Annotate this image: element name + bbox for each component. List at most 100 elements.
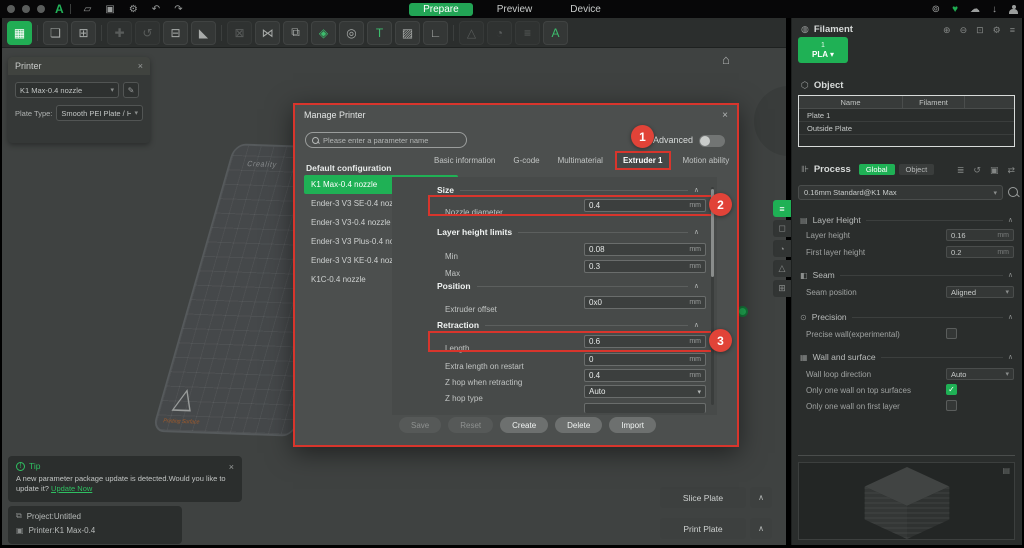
- sync-filament-icon[interactable]: ⊡: [976, 25, 984, 36]
- nozzle-diameter-field[interactable]: 0.4 mm: [584, 199, 706, 212]
- max-layer-height-field[interactable]: 0.3 mm: [584, 260, 706, 273]
- collapse-chevron-icon[interactable]: ∧: [694, 228, 699, 236]
- one-wall-first-layer-checkbox[interactable]: [946, 400, 957, 411]
- scope-object-chip[interactable]: Object: [899, 164, 935, 175]
- filament-menu-icon[interactable]: ≡: [1010, 25, 1015, 36]
- delete-button[interactable]: Delete: [555, 417, 602, 433]
- save-preset-icon[interactable]: ▣: [990, 165, 999, 176]
- scale-tool[interactable]: ⊟: [163, 21, 188, 45]
- tab-basic-information[interactable]: Basic information: [428, 153, 501, 168]
- add-plate-tool[interactable]: ⊞: [71, 21, 96, 45]
- remove-filament-icon[interactable]: ⊖: [960, 25, 968, 36]
- slice-options-chevron[interactable]: ∧: [750, 487, 772, 508]
- table-row[interactable]: Plate 1: [799, 109, 1014, 122]
- dialog-header[interactable]: Manage Printer ×: [295, 105, 737, 125]
- tab-multimaterial[interactable]: Multimaterial: [552, 153, 609, 168]
- reset-button[interactable]: Reset: [448, 417, 493, 433]
- collapse-chevron-icon[interactable]: ∧: [694, 321, 699, 329]
- z-hop-type-select[interactable]: Auto ▾: [584, 385, 706, 398]
- home-view-icon[interactable]: ⌂: [722, 52, 730, 67]
- community-icon[interactable]: ⊚: [932, 4, 940, 15]
- printer-panel-close-icon[interactable]: ×: [138, 61, 143, 71]
- dialog-close-icon[interactable]: ×: [722, 110, 728, 121]
- parameter-search[interactable]: [305, 132, 467, 148]
- update-now-link[interactable]: Update Now: [51, 484, 92, 493]
- move-tool[interactable]: ✚: [107, 21, 132, 45]
- support-paint-tool[interactable]: ◎: [339, 21, 364, 45]
- params-tab[interactable]: ≡: [773, 200, 791, 217]
- extruder-offset-field[interactable]: 0x0 mm: [584, 296, 706, 309]
- navigation-sphere[interactable]: [754, 86, 786, 156]
- collapse-chevron-icon[interactable]: ∧: [1008, 353, 1013, 361]
- save-button[interactable]: Save: [399, 417, 441, 433]
- sync-process-icon[interactable]: ⇄: [1007, 165, 1015, 176]
- slice-plate-button[interactable]: Slice Plate: [660, 487, 746, 508]
- create-button[interactable]: Create: [500, 417, 548, 433]
- import-button[interactable]: Import: [609, 417, 656, 433]
- collapse-chevron-icon[interactable]: ∧: [694, 282, 699, 290]
- tab-motion-ability[interactable]: Motion ability: [677, 153, 736, 168]
- user-account-icon[interactable]: [1009, 5, 1018, 14]
- model-preview-panel[interactable]: ▤: [798, 462, 1015, 540]
- z-hop-height-field[interactable]: 0.4 mm: [584, 369, 706, 382]
- print-options-chevron[interactable]: ∧: [750, 518, 772, 539]
- collapse-chevron-icon[interactable]: ∧: [1008, 313, 1013, 321]
- print-plate-button[interactable]: Print Plate: [660, 518, 746, 539]
- process-preset-select[interactable]: 0.16mm Standard@K1 Max ▾: [798, 185, 1003, 200]
- tab-preview[interactable]: Preview: [483, 3, 547, 16]
- reset-process-icon[interactable]: ↺: [973, 165, 981, 176]
- tune-icon[interactable]: ≣: [957, 165, 965, 176]
- support-tab[interactable]: △: [773, 260, 791, 277]
- advanced-toggle[interactable]: [699, 135, 725, 147]
- list-tool[interactable]: ≡: [515, 21, 540, 45]
- filament-slot-chip[interactable]: 1 PLA ▾: [798, 37, 848, 63]
- viewport-canvas[interactable]: ⌂ Creality △ Printing Surface Printer × …: [2, 48, 786, 545]
- clone-tool[interactable]: ⧉: [283, 21, 308, 45]
- edit-printer-button[interactable]: ✎: [123, 82, 139, 98]
- plate-type-select[interactable]: Smooth PEI Plate / High T... ▾: [56, 105, 143, 121]
- form-scrollbar[interactable]: [711, 187, 714, 405]
- table-row[interactable]: Outside Plate: [799, 122, 1014, 135]
- favorites-heart-icon[interactable]: ♥: [952, 4, 958, 15]
- tab-gcode[interactable]: G-code: [507, 153, 545, 168]
- layer-height-field[interactable]: 0.16 mm: [946, 229, 1014, 241]
- tip-close-icon[interactable]: ×: [229, 462, 234, 472]
- timelapse-tool[interactable]: ◔: [487, 21, 512, 45]
- download-icon[interactable]: ↓: [992, 4, 997, 15]
- letter-tool[interactable]: A: [543, 21, 568, 45]
- add-model-tool[interactable]: ❏: [43, 21, 68, 45]
- first-layer-height-field[interactable]: 0.2 mm: [946, 246, 1014, 258]
- min-layer-height-field[interactable]: 0.08 mm: [584, 243, 706, 256]
- more-tab[interactable]: ⊞: [773, 280, 791, 297]
- tab-device[interactable]: Device: [556, 3, 615, 16]
- search-input[interactable]: [323, 136, 460, 145]
- tab-prepare[interactable]: Prepare: [409, 3, 473, 16]
- one-wall-top-checkbox[interactable]: ✓: [946, 384, 957, 395]
- add-filament-icon[interactable]: ⊕: [943, 25, 951, 36]
- retraction-length-field[interactable]: 0.6 mm: [584, 335, 706, 348]
- collapse-chevron-icon[interactable]: ∧: [1008, 216, 1013, 224]
- pattern-tool[interactable]: ▨: [395, 21, 420, 45]
- rotate-tool[interactable]: ↺: [135, 21, 160, 45]
- filament-settings-icon[interactable]: ⚙: [993, 25, 1001, 36]
- text-tool[interactable]: T: [367, 21, 392, 45]
- collapse-chevron-icon[interactable]: ∧: [1008, 271, 1013, 279]
- lay-on-face-tool[interactable]: ◣: [191, 21, 216, 45]
- collapse-chevron-icon[interactable]: ∧: [694, 186, 699, 194]
- extra-length-field[interactable]: 0 mm: [584, 353, 706, 366]
- measure-tool[interactable]: ∟: [423, 21, 448, 45]
- wall-loop-direction-select[interactable]: Auto ▾: [946, 368, 1014, 380]
- gauge-tab[interactable]: ◔: [773, 240, 791, 257]
- transform-tool[interactable]: ⊠: [227, 21, 252, 45]
- preset-search-icon[interactable]: [1007, 186, 1019, 198]
- mirror-tool[interactable]: ⋈: [255, 21, 280, 45]
- tab-extruder-1[interactable]: Extruder 1: [615, 151, 671, 170]
- seam-paint-tool[interactable]: ◈: [311, 21, 336, 45]
- plate-settings-tab[interactable]: ◻: [773, 220, 791, 237]
- precise-wall-checkbox[interactable]: [946, 328, 957, 339]
- cloud-upload-icon[interactable]: ☁: [970, 4, 980, 15]
- plate-layout-tool[interactable]: ▦: [7, 21, 32, 45]
- printer-select[interactable]: K1 Max-0.4 nozzle ▾: [15, 82, 119, 98]
- seam-position-select[interactable]: Aligned ▾: [946, 286, 1014, 298]
- arrange-tool[interactable]: △: [459, 21, 484, 45]
